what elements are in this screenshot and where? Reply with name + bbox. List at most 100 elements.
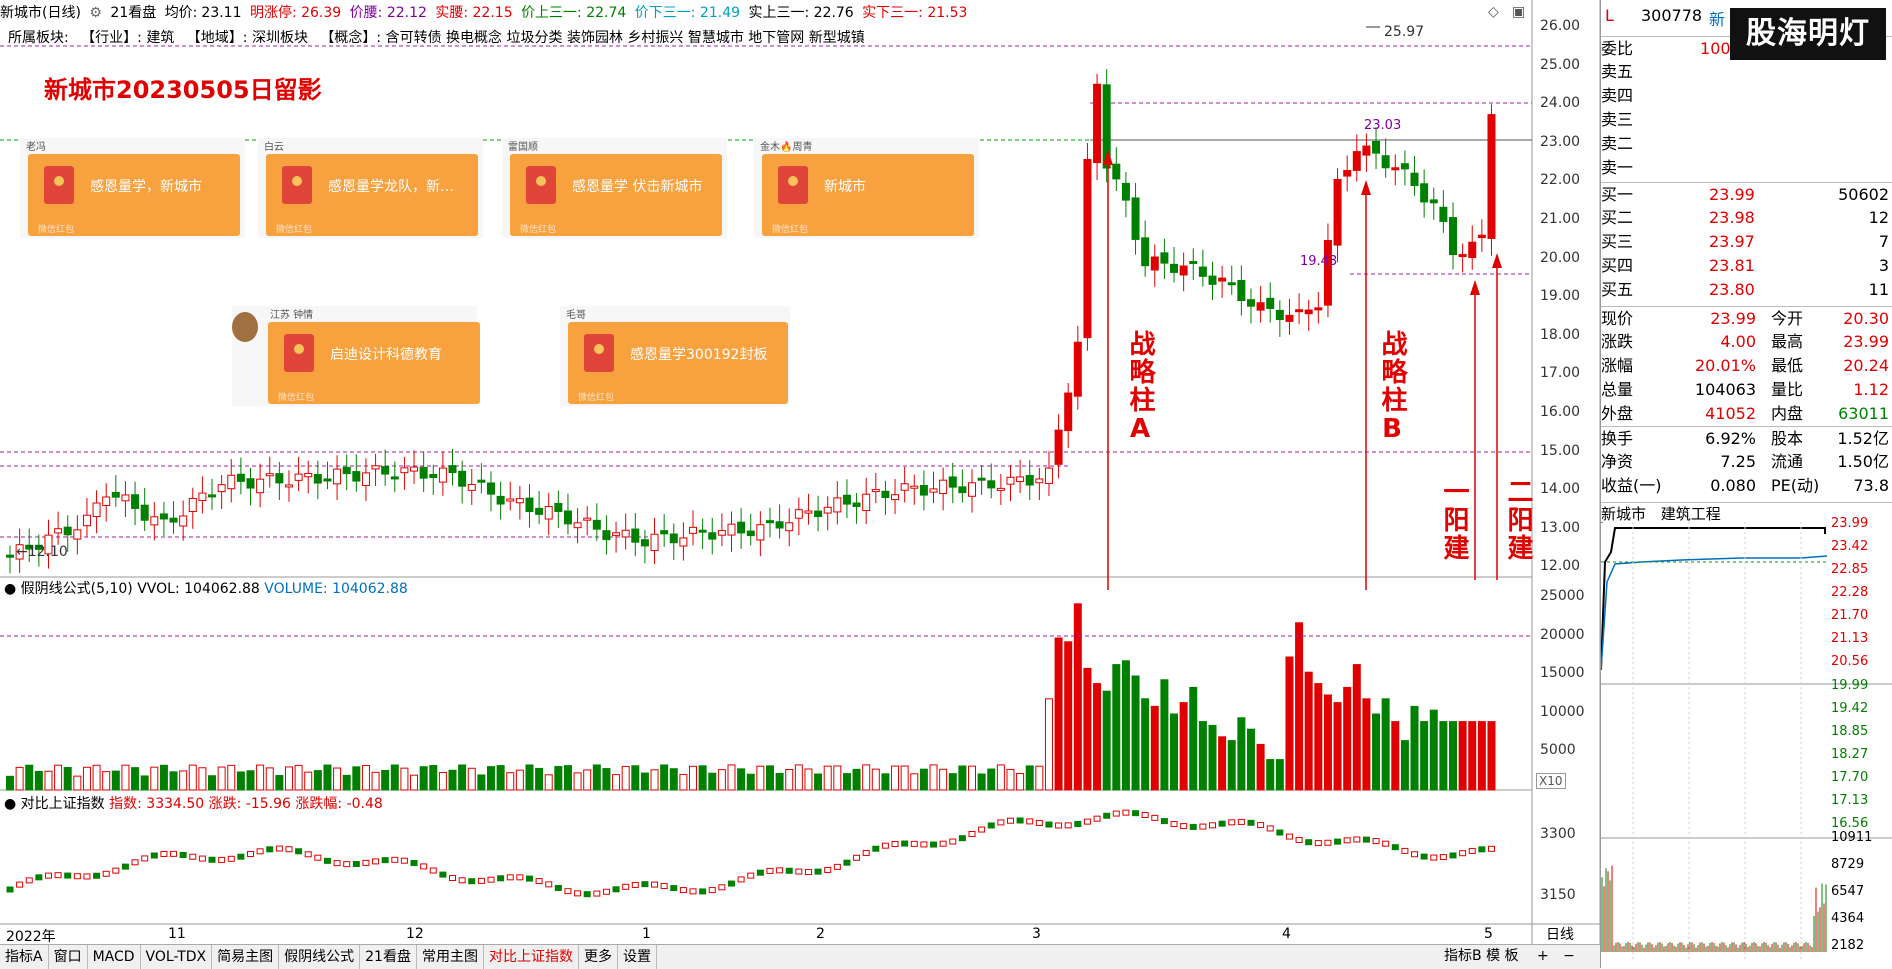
date-axis: 2022年 11 12 1 2 3 4 5 — [0, 926, 1532, 944]
candle-body — [276, 474, 283, 483]
stat-value: 7.25 — [1686, 450, 1756, 474]
collapse-icon[interactable]: ● — [4, 796, 16, 812]
candle-body — [305, 473, 312, 476]
candle-body — [1209, 276, 1216, 284]
volume-bar — [295, 765, 302, 790]
index-change: 涨跌: -15.96 — [209, 796, 291, 812]
add-icon[interactable]: + — [1537, 948, 1549, 964]
candle-body — [209, 495, 216, 497]
volume-bar — [45, 771, 52, 790]
tab-5[interactable]: 假阴线公式 — [279, 945, 360, 969]
volume-bar — [940, 769, 947, 790]
index-candle — [1133, 811, 1139, 816]
volume-bar — [1459, 722, 1466, 790]
volume-bar — [26, 765, 33, 790]
candle-body — [1122, 183, 1129, 200]
tab-template[interactable]: 模 — [1486, 948, 1500, 964]
stat-value: 23.99 — [1686, 307, 1756, 331]
candle-body — [1094, 84, 1101, 162]
buy-level-label: 买三 — [1601, 230, 1633, 254]
volume-bar — [892, 766, 899, 790]
index-candle — [1440, 855, 1446, 860]
red-packet-footer: 微信红包 — [278, 390, 314, 403]
tab-7[interactable]: 常用主图 — [417, 945, 484, 969]
volume-bar — [911, 774, 918, 790]
red-packet-body[interactable]: 启迪设计科德教育 微信红包 — [268, 322, 480, 404]
candle-body — [1055, 430, 1062, 464]
red-packet-card[interactable]: 江苏 钟情 启迪设计科德教育 微信红包 — [232, 306, 477, 406]
buy-level-row: 买三 23.97 7 — [1601, 230, 1892, 254]
stat-value: 73.8 — [1853, 474, 1889, 498]
volume-bar — [670, 769, 677, 790]
tab-4[interactable]: 简易主图 — [212, 945, 279, 969]
bottom-right-tabs: 指标B 模 板 + − — [1444, 944, 1575, 968]
volume-value: VOLUME: 104062.88 — [264, 581, 408, 597]
red-packet-card[interactable]: 雷国顺 感恩量学 伏击新城市 微信红包 — [502, 138, 727, 238]
collapse-icon[interactable]: ● — [4, 581, 16, 597]
red-packet-body[interactable]: 感恩量学，新城市 微信红包 — [28, 154, 240, 236]
volume-bar — [439, 773, 446, 790]
volume-panel-header: ● 假阴线公式(5,10) VVOL: 104062.88 VOLUME: 10… — [4, 578, 408, 598]
red-packet-sender: 老冯 — [26, 138, 46, 153]
red-packet-body[interactable]: 感恩量学300192封板 微信红包 — [568, 322, 788, 404]
index-candle — [305, 852, 311, 857]
volume-bar — [112, 771, 119, 790]
candle-body — [218, 485, 225, 492]
red-packet-body[interactable]: 感恩量学龙队，新… 微信红包 — [266, 154, 478, 236]
index-candle — [873, 846, 879, 851]
index-candle — [334, 861, 340, 866]
tab-3[interactable]: VOL-TDX — [141, 945, 213, 969]
index-candle — [1488, 846, 1494, 851]
tab-indicator-b[interactable]: 指标B — [1444, 948, 1482, 964]
minus-icon[interactable]: − — [1563, 948, 1575, 964]
tab-6[interactable]: 21看盘 — [360, 945, 417, 969]
candle-body — [680, 538, 687, 546]
stat-value: 20.01% — [1686, 354, 1756, 378]
index-candle — [680, 888, 686, 893]
sell-level-label: 卖四 — [1601, 84, 1633, 108]
red-packet-sender: 江苏 钟情 — [270, 306, 313, 321]
red-packet-text: 感恩量学龙队，新… — [328, 176, 454, 196]
tab-9[interactable]: 更多 — [579, 945, 618, 969]
index-candle — [1065, 823, 1071, 828]
red-packet-body[interactable]: 感恩量学 伏击新城市 微信红包 — [510, 154, 722, 236]
tab-0[interactable]: 指标A — [0, 945, 49, 969]
volume-bar — [632, 766, 639, 790]
index-candle — [180, 852, 186, 857]
axis-tick: 23.00 — [1540, 134, 1580, 150]
stat-value: 1.12 — [1853, 378, 1889, 402]
volume-bar — [555, 767, 562, 790]
volume-bar — [488, 767, 495, 790]
volume-bar — [420, 767, 427, 790]
candle-body — [55, 529, 62, 533]
tab-1[interactable]: 窗口 — [49, 945, 88, 969]
candle-body — [1132, 198, 1139, 239]
mini-axis-tick: 17.13 — [1831, 793, 1868, 808]
tab-2[interactable]: MACD — [88, 945, 141, 969]
tab-board[interactable]: 板 — [1505, 948, 1519, 964]
volume-bar — [459, 765, 466, 790]
red-packet-card[interactable]: 金木🔥周青 新城市 微信红包 — [754, 138, 979, 238]
tab-10[interactable]: 设置 — [618, 945, 657, 969]
volume-bar — [1257, 744, 1264, 790]
period-label[interactable]: 日线 — [1546, 924, 1574, 944]
index-candle — [190, 854, 196, 859]
index-candle — [238, 854, 244, 859]
buy-level-row: 买二 23.98 12 — [1601, 206, 1892, 230]
axis-tick: 25000 — [1540, 588, 1585, 604]
volume-bar — [141, 776, 148, 790]
low-price-marker: ←12.10 — [16, 544, 68, 560]
candle-body — [901, 484, 908, 490]
red-packet-card[interactable]: 白云 感恩量学龙队，新… 微信红包 — [258, 138, 483, 238]
buy-price: 23.80 — [1709, 278, 1755, 302]
candle-body — [786, 523, 793, 531]
candle-body — [1190, 262, 1197, 264]
red-packet-card[interactable]: 毛哥 感恩量学300192封板 微信红包 — [560, 306, 790, 406]
candle-body — [1382, 156, 1389, 168]
red-packet-body[interactable]: 新城市 微信红包 — [762, 154, 974, 236]
red-packet-card[interactable]: 老冯 感恩量学，新城市 微信红包 — [20, 138, 245, 238]
mini-axis-tick: 20.56 — [1831, 654, 1868, 669]
candle-body — [1305, 310, 1312, 314]
tab-8[interactable]: 对比上证指数 — [484, 945, 579, 969]
volume-indicator-name: 假阴线公式(5,10) — [21, 581, 133, 597]
